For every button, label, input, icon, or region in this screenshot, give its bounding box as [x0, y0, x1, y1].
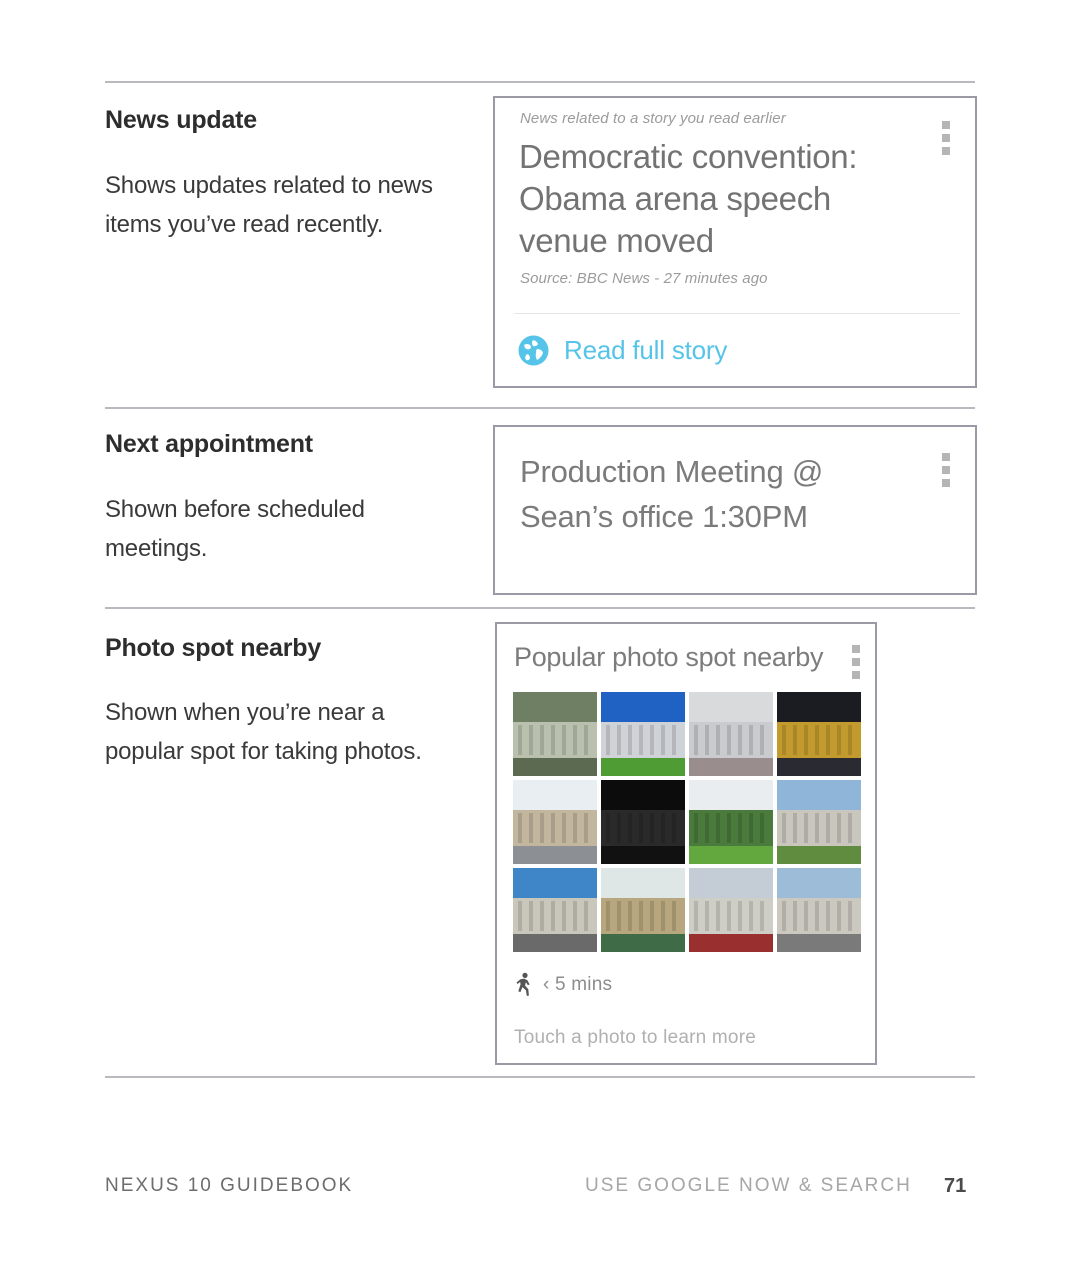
footer-chapter-title: USE GOOGLE NOW & SEARCH	[585, 1175, 912, 1196]
photo-spot-card[interactable]: Popular photo spot nearby ‹ 5 mins Touch…	[495, 622, 877, 1065]
photo-thumbnail[interactable]	[513, 780, 597, 864]
overflow-menu-icon[interactable]	[942, 121, 950, 155]
photo-thumbnail[interactable]	[777, 692, 861, 776]
news-card-inner-divider	[514, 313, 960, 314]
section-title-next-appointment: Next appointment	[105, 430, 313, 458]
overflow-menu-icon[interactable]	[852, 645, 860, 679]
news-card-headline: Democratic convention: Obama arena speec…	[519, 138, 858, 259]
section-body-next-appointment: Shown before scheduled meetings.	[105, 496, 365, 562]
walking-time-row: ‹ 5 mins	[514, 972, 612, 998]
photo-thumbnail[interactable]	[513, 868, 597, 952]
globe-icon	[517, 334, 550, 367]
overflow-menu-icon[interactable]	[942, 453, 950, 487]
footer-page-number: 71	[944, 1175, 967, 1197]
footer-book-title: NEXUS 10 GUIDEBOOK	[105, 1175, 354, 1196]
section-divider-top	[105, 81, 975, 83]
section-body-news-update: Shows updates related to news items you’…	[105, 172, 433, 238]
section-divider-after-news	[105, 407, 975, 409]
read-full-story-action[interactable]: Read full story	[517, 334, 727, 367]
photo-thumbnail[interactable]	[601, 692, 685, 776]
photo-thumbnail[interactable]	[601, 868, 685, 952]
photo-card-hint: Touch a photo to learn more	[514, 1027, 756, 1048]
photo-thumbnail[interactable]	[689, 692, 773, 776]
walking-time-label: ‹ 5 mins	[543, 974, 613, 995]
section-divider-after-appointment	[105, 607, 975, 609]
photo-thumbnail[interactable]	[777, 868, 861, 952]
photo-card-title: Popular photo spot nearby	[514, 642, 824, 672]
read-full-story-label: Read full story	[564, 335, 728, 365]
guidebook-page: News update Shows updates related to new…	[0, 0, 1080, 1270]
photo-thumbnail[interactable]	[689, 780, 773, 864]
photo-thumbnail[interactable]	[777, 780, 861, 864]
section-title-photo-spot-nearby: Photo spot nearby	[105, 634, 322, 662]
appointment-details: Production Meeting @ Sean’s office 1:30P…	[520, 454, 824, 534]
photo-thumbnail[interactable]	[689, 868, 773, 952]
news-card-source: Source: BBC News - 27 minutes ago	[520, 270, 768, 287]
photo-thumbnail-grid[interactable]	[513, 692, 863, 952]
pedestrian-walking-icon	[514, 972, 534, 998]
news-update-card[interactable]: News related to a story you read earlier…	[493, 96, 977, 388]
next-appointment-card[interactable]: Production Meeting @ Sean’s office 1:30P…	[493, 425, 977, 595]
photo-thumbnail[interactable]	[513, 692, 597, 776]
section-title-news-update: News update	[105, 106, 257, 134]
section-divider-above-footer	[105, 1076, 975, 1078]
section-body-photo-spot-nearby: Shown when you’re near a popular spot fo…	[105, 699, 422, 765]
photo-thumbnail[interactable]	[601, 780, 685, 864]
news-card-kicker: News related to a story you read earlier	[520, 110, 786, 127]
